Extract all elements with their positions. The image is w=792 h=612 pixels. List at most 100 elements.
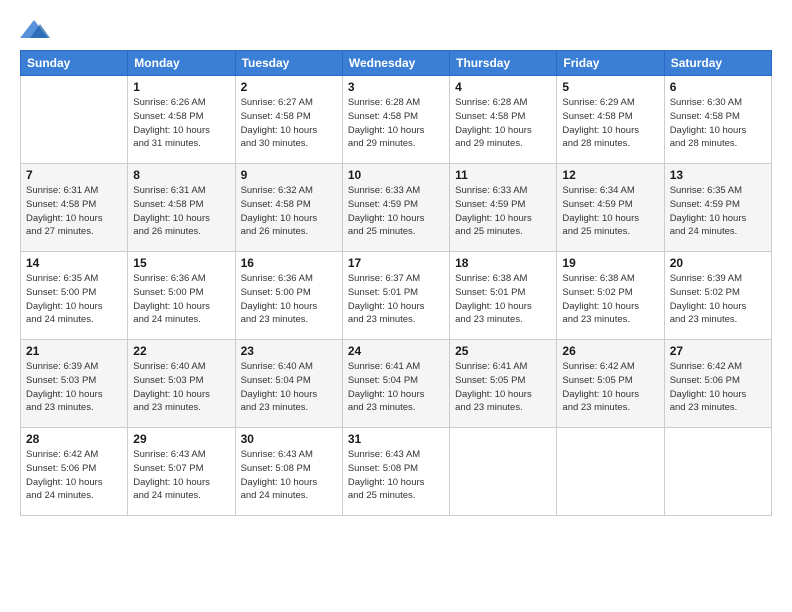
calendar-cell: 20 Sunrise: 6:39 AM Sunset: 5:02 PM Dayli… bbox=[664, 252, 771, 340]
day-info: Sunrise: 6:43 AM Sunset: 5:08 PM Dayligh… bbox=[241, 448, 337, 503]
logo-icon bbox=[20, 18, 50, 42]
day-info: Sunrise: 6:33 AM Sunset: 4:59 PM Dayligh… bbox=[455, 184, 551, 239]
weekday-header-row: SundayMondayTuesdayWednesdayThursdayFrid… bbox=[21, 51, 772, 76]
day-number: 6 bbox=[670, 80, 766, 94]
week-row-2: 7 Sunrise: 6:31 AM Sunset: 4:58 PM Daylig… bbox=[21, 164, 772, 252]
weekday-header-tuesday: Tuesday bbox=[235, 51, 342, 76]
calendar-cell: 19 Sunrise: 6:38 AM Sunset: 5:02 PM Dayli… bbox=[557, 252, 664, 340]
calendar-cell: 21 Sunrise: 6:39 AM Sunset: 5:03 PM Dayli… bbox=[21, 340, 128, 428]
calendar-cell: 2 Sunrise: 6:27 AM Sunset: 4:58 PM Daylig… bbox=[235, 76, 342, 164]
calendar-cell: 25 Sunrise: 6:41 AM Sunset: 5:05 PM Dayli… bbox=[450, 340, 557, 428]
calendar-cell bbox=[557, 428, 664, 516]
day-number: 7 bbox=[26, 168, 122, 182]
week-row-1: 1Sunrise: 6:26 AM Sunset: 4:58 PM Daylig… bbox=[21, 76, 772, 164]
day-info: Sunrise: 6:41 AM Sunset: 5:05 PM Dayligh… bbox=[455, 360, 551, 415]
day-info: Sunrise: 6:35 AM Sunset: 4:59 PM Dayligh… bbox=[670, 184, 766, 239]
day-info: Sunrise: 6:26 AM Sunset: 4:58 PM Dayligh… bbox=[133, 96, 229, 151]
day-info: Sunrise: 6:39 AM Sunset: 5:03 PM Dayligh… bbox=[26, 360, 122, 415]
day-info: Sunrise: 6:36 AM Sunset: 5:00 PM Dayligh… bbox=[133, 272, 229, 327]
day-number: 21 bbox=[26, 344, 122, 358]
day-info: Sunrise: 6:28 AM Sunset: 4:58 PM Dayligh… bbox=[455, 96, 551, 151]
day-number: 28 bbox=[26, 432, 122, 446]
calendar: SundayMondayTuesdayWednesdayThursdayFrid… bbox=[20, 50, 772, 516]
day-info: Sunrise: 6:33 AM Sunset: 4:59 PM Dayligh… bbox=[348, 184, 444, 239]
weekday-header-sunday: Sunday bbox=[21, 51, 128, 76]
day-info: Sunrise: 6:29 AM Sunset: 4:58 PM Dayligh… bbox=[562, 96, 658, 151]
logo bbox=[20, 18, 54, 42]
calendar-cell: 27 Sunrise: 6:42 AM Sunset: 5:06 PM Dayli… bbox=[664, 340, 771, 428]
day-number: 20 bbox=[670, 256, 766, 270]
day-info: Sunrise: 6:28 AM Sunset: 4:58 PM Dayligh… bbox=[348, 96, 444, 151]
calendar-cell: 11 Sunrise: 6:33 AM Sunset: 4:59 PM Dayli… bbox=[450, 164, 557, 252]
day-info: Sunrise: 6:42 AM Sunset: 5:06 PM Dayligh… bbox=[670, 360, 766, 415]
day-info: Sunrise: 6:32 AM Sunset: 4:58 PM Dayligh… bbox=[241, 184, 337, 239]
week-row-5: 28Sunrise: 6:42 AM Sunset: 5:06 PM Dayli… bbox=[21, 428, 772, 516]
day-number: 11 bbox=[455, 168, 551, 182]
calendar-cell: 12 Sunrise: 6:34 AM Sunset: 4:59 PM Dayli… bbox=[557, 164, 664, 252]
day-info: Sunrise: 6:43 AM Sunset: 5:07 PM Dayligh… bbox=[133, 448, 229, 503]
day-info: Sunrise: 6:37 AM Sunset: 5:01 PM Dayligh… bbox=[348, 272, 444, 327]
day-number: 4 bbox=[455, 80, 551, 94]
calendar-cell: 1Sunrise: 6:26 AM Sunset: 4:58 PM Daylig… bbox=[128, 76, 235, 164]
day-number: 3 bbox=[348, 80, 444, 94]
calendar-cell bbox=[21, 76, 128, 164]
calendar-cell: 10 Sunrise: 6:33 AM Sunset: 4:59 PM Dayli… bbox=[342, 164, 449, 252]
day-number: 2 bbox=[241, 80, 337, 94]
calendar-cell: 26 Sunrise: 6:42 AM Sunset: 5:05 PM Dayli… bbox=[557, 340, 664, 428]
calendar-cell bbox=[450, 428, 557, 516]
day-info: Sunrise: 6:35 AM Sunset: 5:00 PM Dayligh… bbox=[26, 272, 122, 327]
day-number: 13 bbox=[670, 168, 766, 182]
day-info: Sunrise: 6:40 AM Sunset: 5:04 PM Dayligh… bbox=[241, 360, 337, 415]
calendar-cell: 16 Sunrise: 6:36 AM Sunset: 5:00 PM Dayli… bbox=[235, 252, 342, 340]
calendar-cell: 8 Sunrise: 6:31 AM Sunset: 4:58 PM Daylig… bbox=[128, 164, 235, 252]
calendar-cell: 9 Sunrise: 6:32 AM Sunset: 4:58 PM Daylig… bbox=[235, 164, 342, 252]
day-info: Sunrise: 6:31 AM Sunset: 4:58 PM Dayligh… bbox=[133, 184, 229, 239]
week-row-4: 21 Sunrise: 6:39 AM Sunset: 5:03 PM Dayli… bbox=[21, 340, 772, 428]
header bbox=[20, 18, 772, 42]
calendar-cell: 15Sunrise: 6:36 AM Sunset: 5:00 PM Dayli… bbox=[128, 252, 235, 340]
day-info: Sunrise: 6:36 AM Sunset: 5:00 PM Dayligh… bbox=[241, 272, 337, 327]
day-number: 14 bbox=[26, 256, 122, 270]
calendar-cell: 24Sunrise: 6:41 AM Sunset: 5:04 PM Dayli… bbox=[342, 340, 449, 428]
day-info: Sunrise: 6:38 AM Sunset: 5:01 PM Dayligh… bbox=[455, 272, 551, 327]
day-number: 12 bbox=[562, 168, 658, 182]
weekday-header-thursday: Thursday bbox=[450, 51, 557, 76]
day-info: Sunrise: 6:34 AM Sunset: 4:59 PM Dayligh… bbox=[562, 184, 658, 239]
day-info: Sunrise: 6:38 AM Sunset: 5:02 PM Dayligh… bbox=[562, 272, 658, 327]
day-number: 30 bbox=[241, 432, 337, 446]
day-number: 9 bbox=[241, 168, 337, 182]
calendar-cell: 5Sunrise: 6:29 AM Sunset: 4:58 PM Daylig… bbox=[557, 76, 664, 164]
day-info: Sunrise: 6:27 AM Sunset: 4:58 PM Dayligh… bbox=[241, 96, 337, 151]
calendar-cell: 22Sunrise: 6:40 AM Sunset: 5:03 PM Dayli… bbox=[128, 340, 235, 428]
day-info: Sunrise: 6:30 AM Sunset: 4:58 PM Dayligh… bbox=[670, 96, 766, 151]
calendar-cell: 30 Sunrise: 6:43 AM Sunset: 5:08 PM Dayli… bbox=[235, 428, 342, 516]
day-info: Sunrise: 6:31 AM Sunset: 4:58 PM Dayligh… bbox=[26, 184, 122, 239]
calendar-cell: 14 Sunrise: 6:35 AM Sunset: 5:00 PM Dayli… bbox=[21, 252, 128, 340]
calendar-cell: 29 Sunrise: 6:43 AM Sunset: 5:07 PM Dayli… bbox=[128, 428, 235, 516]
day-info: Sunrise: 6:42 AM Sunset: 5:05 PM Dayligh… bbox=[562, 360, 658, 415]
day-number: 8 bbox=[133, 168, 229, 182]
calendar-cell: 4 Sunrise: 6:28 AM Sunset: 4:58 PM Daylig… bbox=[450, 76, 557, 164]
day-number: 29 bbox=[133, 432, 229, 446]
day-info: Sunrise: 6:39 AM Sunset: 5:02 PM Dayligh… bbox=[670, 272, 766, 327]
day-number: 10 bbox=[348, 168, 444, 182]
day-number: 17 bbox=[348, 256, 444, 270]
day-number: 18 bbox=[455, 256, 551, 270]
weekday-header-saturday: Saturday bbox=[664, 51, 771, 76]
calendar-cell: 28Sunrise: 6:42 AM Sunset: 5:06 PM Dayli… bbox=[21, 428, 128, 516]
day-number: 16 bbox=[241, 256, 337, 270]
weekday-header-monday: Monday bbox=[128, 51, 235, 76]
day-info: Sunrise: 6:43 AM Sunset: 5:08 PM Dayligh… bbox=[348, 448, 444, 503]
calendar-cell: 6 Sunrise: 6:30 AM Sunset: 4:58 PM Daylig… bbox=[664, 76, 771, 164]
day-number: 31 bbox=[348, 432, 444, 446]
calendar-cell: 17 Sunrise: 6:37 AM Sunset: 5:01 PM Dayli… bbox=[342, 252, 449, 340]
day-info: Sunrise: 6:40 AM Sunset: 5:03 PM Dayligh… bbox=[133, 360, 229, 415]
day-number: 19 bbox=[562, 256, 658, 270]
calendar-cell: 18 Sunrise: 6:38 AM Sunset: 5:01 PM Dayli… bbox=[450, 252, 557, 340]
day-number: 23 bbox=[241, 344, 337, 358]
calendar-cell: 23 Sunrise: 6:40 AM Sunset: 5:04 PM Dayli… bbox=[235, 340, 342, 428]
day-number: 25 bbox=[455, 344, 551, 358]
day-number: 26 bbox=[562, 344, 658, 358]
calendar-cell bbox=[664, 428, 771, 516]
day-number: 27 bbox=[670, 344, 766, 358]
